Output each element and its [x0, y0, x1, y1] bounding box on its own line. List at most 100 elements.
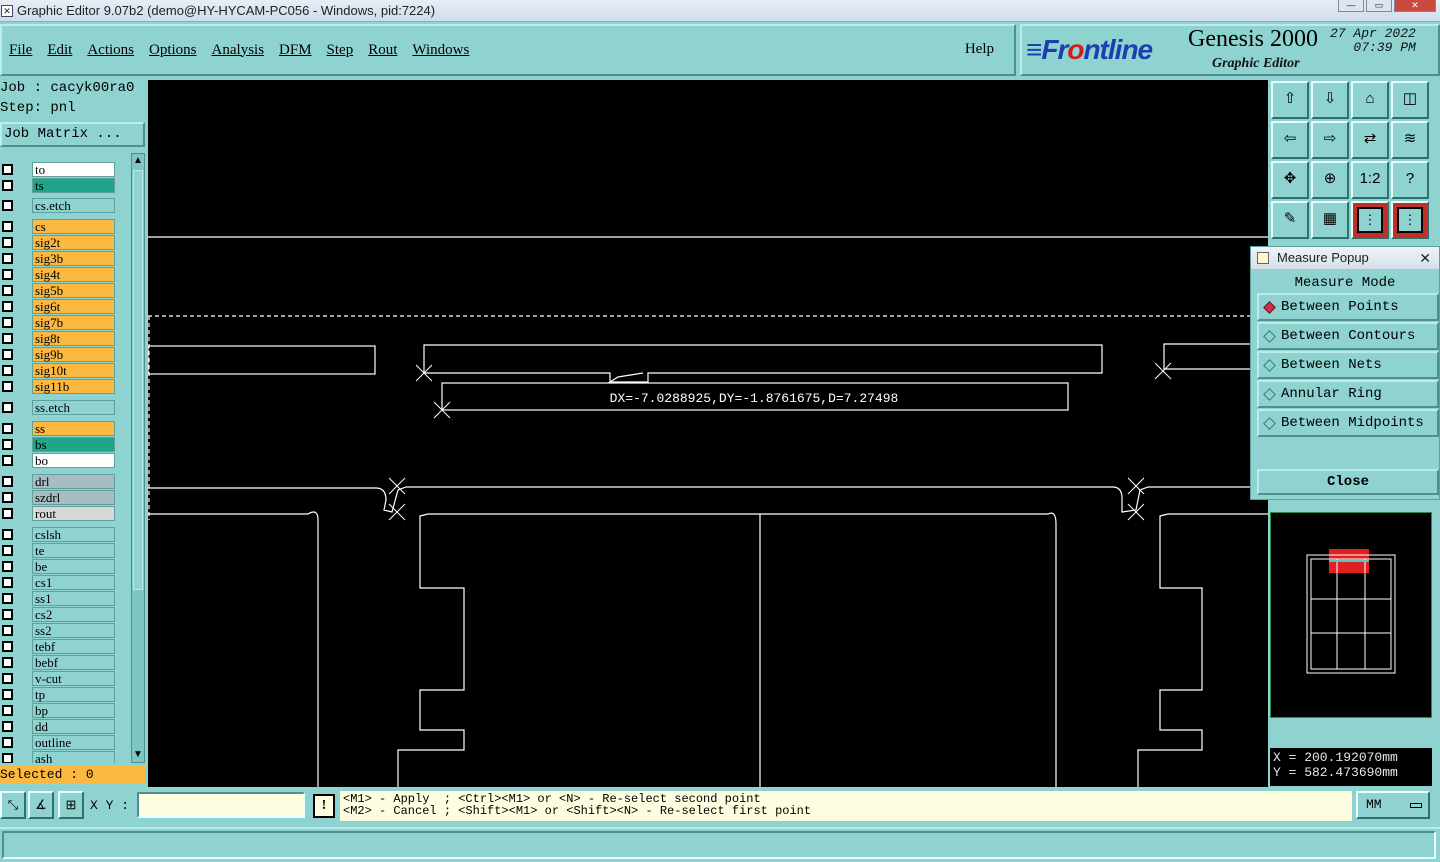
layer-checkbox[interactable] — [2, 332, 13, 344]
layer-checkbox[interactable] — [2, 688, 13, 700]
layer-checkbox[interactable] — [2, 507, 13, 519]
layer-checkbox[interactable] — [2, 576, 13, 588]
layer-row-tp[interactable]: tp — [0, 686, 130, 702]
layer-checkbox[interactable] — [2, 284, 13, 296]
layer-checkbox[interactable] — [2, 528, 13, 540]
layer-checkbox[interactable] — [2, 475, 13, 487]
layer-name[interactable]: sig8t — [32, 330, 115, 346]
layer-name[interactable]: bo — [32, 452, 115, 468]
pan-right-icon[interactable]: ⇨ — [1311, 121, 1349, 159]
menu-dfm[interactable]: DFM — [279, 42, 312, 59]
option-between-points[interactable]: Between Points — [1257, 293, 1439, 321]
menu-analysis[interactable]: Analysis — [212, 42, 265, 59]
maximize-icon[interactable]: ▭ — [1366, 0, 1392, 12]
layer-checkbox[interactable] — [2, 704, 13, 716]
layer-row-ss1[interactable]: ss1 — [0, 590, 130, 606]
tools-icon[interactable]: ✎ — [1271, 201, 1309, 239]
layer-checkbox[interactable] — [2, 560, 13, 572]
layer-checkbox[interactable] — [2, 268, 13, 280]
layer-row-sig8t[interactable]: sig8t — [0, 330, 130, 346]
xy-input[interactable] — [137, 792, 305, 818]
layer-name[interactable]: drl — [32, 473, 115, 489]
layer-row-ts[interactable]: ts — [0, 177, 130, 193]
layer-name[interactable]: ss2 — [32, 622, 115, 638]
layer-row-be[interactable]: be — [0, 558, 130, 574]
layer-row-sig10t[interactable]: sig10t — [0, 362, 130, 378]
layer-name[interactable]: te — [32, 542, 115, 558]
layer-row-szdrl[interactable]: szdrl — [0, 489, 130, 505]
layer-row-cs.etch[interactable]: cs.etch — [0, 197, 130, 213]
angle-mode-icon[interactable]: ∡ — [28, 791, 54, 819]
layer-name[interactable]: tp — [32, 686, 115, 702]
layer-name[interactable]: cs2 — [32, 606, 115, 622]
help-icon[interactable]: ? — [1391, 161, 1429, 199]
layer-row-ash[interactable]: ash — [0, 750, 130, 763]
layer-row-cs1[interactable]: cs1 — [0, 574, 130, 590]
layer-name[interactable]: szdrl — [32, 489, 115, 505]
popup-close-icon[interactable]: ✕ — [1419, 247, 1431, 269]
layers-a-icon[interactable]: ⋮ — [1351, 201, 1389, 239]
grid-mode-icon[interactable]: ⊞ — [58, 791, 84, 819]
layer-row-ss2[interactable]: ss2 — [0, 622, 130, 638]
option-between-midpoints[interactable]: Between Midpoints — [1257, 409, 1439, 437]
graphic-canvas[interactable]: DX=-7.0288925,DY=-1.8761675,D=7.27498 — [148, 80, 1268, 787]
snap-icon[interactable]: ≋ — [1391, 121, 1429, 159]
layer-row-bp[interactable]: bp — [0, 702, 130, 718]
zoom-home-icon[interactable]: ⇧ — [1271, 81, 1309, 119]
layer-row-tebf[interactable]: tebf — [0, 638, 130, 654]
layer-row-sig4t[interactable]: sig4t — [0, 266, 130, 282]
layer-name[interactable]: sig5b — [32, 282, 115, 298]
menu-help[interactable]: Help — [965, 41, 994, 58]
layer-checkbox[interactable] — [2, 422, 13, 434]
layer-checkbox[interactable] — [2, 179, 13, 191]
layer-checkbox[interactable] — [2, 491, 13, 503]
layer-row-to[interactable]: to — [0, 161, 130, 177]
layer-checkbox[interactable] — [2, 624, 13, 636]
layer-checkbox[interactable] — [2, 220, 13, 232]
layer-name[interactable]: cs.etch — [32, 197, 115, 213]
menu-options[interactable]: Options — [149, 42, 197, 59]
grid-icon[interactable]: ▦ — [1311, 201, 1349, 239]
layer-name[interactable]: v-cut — [32, 670, 115, 686]
layer-row-te[interactable]: te — [0, 542, 130, 558]
layer-checkbox[interactable] — [2, 656, 13, 668]
layer-row-outline[interactable]: outline — [0, 734, 130, 750]
layer-row-cslsh[interactable]: cslsh — [0, 526, 130, 542]
layer-checkbox[interactable] — [2, 608, 13, 620]
layer-name[interactable]: to — [32, 161, 115, 177]
layer-checkbox[interactable] — [2, 364, 13, 376]
layer-checkbox[interactable] — [2, 236, 13, 248]
option-annular-ring[interactable]: Annular Ring — [1257, 380, 1439, 408]
menu-actions[interactable]: Actions — [87, 42, 134, 59]
job-matrix-button[interactable]: Job Matrix ... — [0, 122, 145, 147]
layer-name[interactable]: rout — [32, 505, 115, 521]
layer-name[interactable]: be — [32, 558, 115, 574]
layer-checkbox[interactable] — [2, 736, 13, 748]
layer-row-dd[interactable]: dd — [0, 718, 130, 734]
scroll-up-icon[interactable]: ▲ — [133, 155, 143, 167]
layer-row-rout[interactable]: rout — [0, 505, 130, 521]
layer-name[interactable]: bp — [32, 702, 115, 718]
layer-row-sig6t[interactable]: sig6t — [0, 298, 130, 314]
layer-checkbox[interactable] — [2, 592, 13, 604]
layer-name[interactable]: cslsh — [32, 526, 115, 542]
layer-name[interactable]: bebf — [32, 654, 115, 670]
layer-name[interactable]: outline — [32, 734, 115, 750]
layer-checkbox[interactable] — [2, 199, 13, 211]
close-window-icon[interactable]: ✕ — [1394, 0, 1436, 12]
layer-checkbox[interactable] — [2, 438, 13, 450]
layer-row-bo[interactable]: bo — [0, 452, 130, 468]
option-between-contours[interactable]: Between Contours — [1257, 322, 1439, 350]
layer-name[interactable]: sig2t — [32, 234, 115, 250]
snap-mode-icon[interactable]: ⤡ — [0, 791, 26, 819]
alert-icon[interactable]: ! — [313, 794, 335, 818]
layer-row-ss[interactable]: ss — [0, 420, 130, 436]
layer-checkbox[interactable] — [2, 640, 13, 652]
menu-file[interactable]: File — [9, 42, 32, 59]
minimize-icon[interactable]: — — [1338, 0, 1364, 12]
layer-name[interactable]: sig10t — [32, 362, 115, 378]
layer-name[interactable]: bs — [32, 436, 115, 452]
layer-checkbox[interactable] — [2, 348, 13, 360]
pan-left-icon[interactable]: ⇦ — [1271, 121, 1309, 159]
layer-name[interactable]: sig6t — [32, 298, 115, 314]
